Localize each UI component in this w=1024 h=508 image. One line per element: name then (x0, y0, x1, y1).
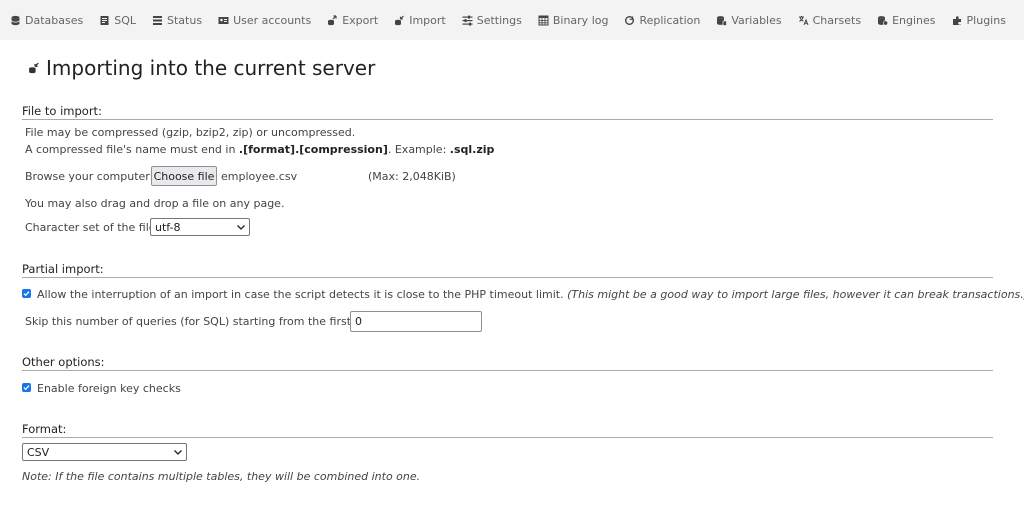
tab-label: Settings (476, 13, 522, 27)
charset-select[interactable]: utf-8 (150, 218, 250, 236)
charset-label: Character set of the file: (25, 221, 160, 234)
tab-user-accounts[interactable]: User accounts (218, 11, 311, 29)
tab-plugins[interactable]: Plugins (952, 11, 1006, 29)
tab-label: Replication (639, 13, 701, 27)
page-title-text: Importing into the current server (46, 56, 376, 80)
checkmark-icon (23, 385, 30, 391)
top-navigation: Databases SQL Status User accounts Expor… (0, 0, 1024, 40)
format-section-heading: Format: (22, 422, 993, 438)
tab-charsets[interactable]: Charsets (798, 11, 861, 29)
replication-icon (624, 15, 635, 26)
import-icon (28, 62, 40, 74)
file-name-note-format: .[format].[compression] (238, 143, 388, 156)
format-select[interactable]: CSV (22, 443, 187, 461)
tab-engines[interactable]: Engines (877, 11, 936, 29)
database-icon (10, 15, 21, 26)
file-section-heading: File to import: (22, 104, 993, 120)
browse-label: Browse your computer: (25, 170, 154, 183)
sql-icon (99, 15, 110, 26)
tab-label: Binary log (552, 13, 609, 27)
skip-queries-input[interactable] (350, 311, 482, 332)
file-name-note-example: . Example: (387, 143, 450, 156)
allow-interrupt-checkbox[interactable] (22, 289, 31, 298)
user-accounts-icon (218, 15, 229, 26)
tab-replication[interactable]: Replication (624, 11, 700, 29)
tab-binary-log[interactable]: Binary log (538, 11, 609, 29)
import-icon (394, 15, 405, 26)
tab-import[interactable]: Import (394, 11, 446, 29)
tab-label: Charsets (812, 13, 862, 27)
skip-queries-label: Skip this number of queries (for SQL) st… (25, 315, 379, 328)
format-note: Note: If the file contains multiple tabl… (22, 470, 421, 483)
tab-label: Status (167, 13, 203, 27)
allow-interrupt-note: (This might be a good way to import larg… (567, 288, 1024, 301)
tab-label: SQL (114, 13, 136, 27)
tab-label: Export (342, 13, 379, 27)
format-selected-value: CSV (27, 445, 50, 459)
compress-note: File may be compressed (gzip, bzip2, zip… (25, 126, 356, 139)
charsets-icon (798, 15, 809, 26)
chevron-down-icon (174, 449, 182, 455)
partial-section-heading: Partial import: (22, 262, 993, 278)
tab-label: User accounts (233, 13, 312, 27)
export-icon (327, 14, 338, 26)
choose-file-button[interactable]: Choose file (151, 166, 217, 186)
engines-icon (877, 15, 889, 26)
file-name-note-prefix: A compressed file's name must end in (25, 143, 239, 156)
tab-variables[interactable]: Variables (716, 11, 782, 29)
max-size-note: (Max: 2,048KiB) (368, 170, 456, 183)
tab-label: Plugins (966, 13, 1006, 27)
selected-file-name: employee.csv (221, 170, 298, 183)
file-name-note: A compressed file's name must end in .[f… (25, 143, 494, 156)
tab-label: Databases (25, 13, 84, 27)
allow-interrupt-text: Allow the interruption of an import in c… (37, 288, 1024, 301)
checkmark-icon (23, 291, 30, 297)
tab-label: Import (409, 13, 446, 27)
allow-interrupt-label: Allow the interruption of an import in c… (37, 288, 564, 301)
drag-drop-note: You may also drag and drop a file on any… (25, 197, 285, 210)
page-title: Importing into the current server (28, 56, 375, 80)
tab-status[interactable]: Status (152, 11, 202, 29)
file-name-note-example-value: .sql.zip (449, 143, 495, 156)
chevron-down-icon (237, 224, 245, 230)
other-options-heading: Other options: (22, 355, 993, 371)
tab-label: Variables (731, 13, 782, 27)
plugins-icon (952, 15, 963, 26)
settings-icon (462, 15, 473, 26)
binary-log-icon (538, 15, 549, 26)
tab-settings[interactable]: Settings (462, 11, 522, 29)
foreign-key-checkbox[interactable] (22, 383, 31, 392)
status-icon (152, 15, 163, 26)
tab-sql[interactable]: SQL (99, 11, 136, 29)
tab-databases[interactable]: Databases (10, 11, 83, 29)
tab-export[interactable]: Export (327, 11, 378, 29)
charset-selected-value: utf-8 (155, 220, 181, 234)
variables-icon (716, 15, 728, 26)
tab-label: Engines (892, 13, 936, 27)
foreign-key-label: Enable foreign key checks (37, 382, 181, 395)
